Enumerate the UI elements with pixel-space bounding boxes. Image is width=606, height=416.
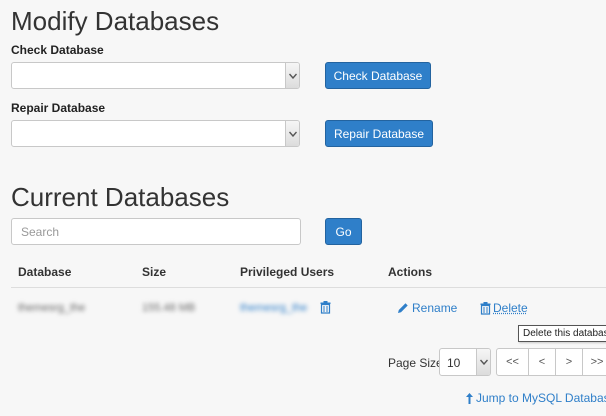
previous-page-button[interactable]: <: [528, 348, 556, 376]
rename-label: Rename: [412, 301, 458, 315]
check-database-label: Check Database: [11, 43, 104, 57]
database-name-cell: themesrg_the: [18, 302, 86, 314]
first-page-button[interactable]: <<: [496, 348, 529, 376]
modify-databases-title: Modify Databases: [11, 6, 220, 36]
arrow-up-icon: [466, 392, 473, 404]
repair-database-button[interactable]: Repair Database: [325, 120, 433, 147]
page-size-select[interactable]: 10: [439, 348, 491, 376]
repair-database-select[interactable]: [11, 120, 300, 147]
database-size-cell: 155.48 MB: [142, 302, 196, 314]
delete-label: Delete: [493, 301, 528, 315]
rename-link[interactable]: Rename: [397, 301, 457, 315]
chevron-down-icon[interactable]: [285, 121, 299, 146]
privileged-user-link[interactable]: themesrg_the: [240, 302, 307, 314]
trash-icon[interactable]: [320, 301, 331, 314]
table-header-divider: [11, 287, 606, 288]
chevron-down-icon[interactable]: [285, 63, 299, 88]
page-size-value: 10: [447, 356, 461, 370]
go-button[interactable]: Go: [325, 218, 362, 245]
jump-link-label: Jump to MySQL Databases: [476, 391, 606, 405]
column-header-actions: Actions: [388, 265, 433, 279]
page-size-label: Page Size: [388, 356, 443, 370]
repair-database-label: Repair Database: [11, 101, 106, 115]
pencil-icon: [397, 302, 409, 314]
column-header-privileged-users: Privileged Users: [240, 265, 335, 279]
search-input[interactable]: Search: [11, 218, 301, 245]
delete-link[interactable]: Delete: [480, 301, 528, 315]
check-database-select[interactable]: [11, 62, 300, 89]
search-placeholder: Search: [21, 224, 60, 239]
column-header-database[interactable]: Database: [18, 265, 71, 279]
last-page-button[interactable]: >>: [582, 348, 606, 376]
jump-to-mysql-databases-link[interactable]: Jump to MySQL Databases: [466, 391, 606, 405]
column-header-size[interactable]: Size: [142, 265, 166, 279]
current-databases-title: Current Databases: [11, 182, 230, 212]
chevron-down-icon[interactable]: [476, 349, 490, 375]
trash-icon: [480, 301, 491, 315]
delete-tooltip: Delete this database: [518, 325, 606, 342]
check-database-button[interactable]: Check Database: [325, 62, 431, 89]
next-page-button[interactable]: >: [555, 348, 583, 376]
